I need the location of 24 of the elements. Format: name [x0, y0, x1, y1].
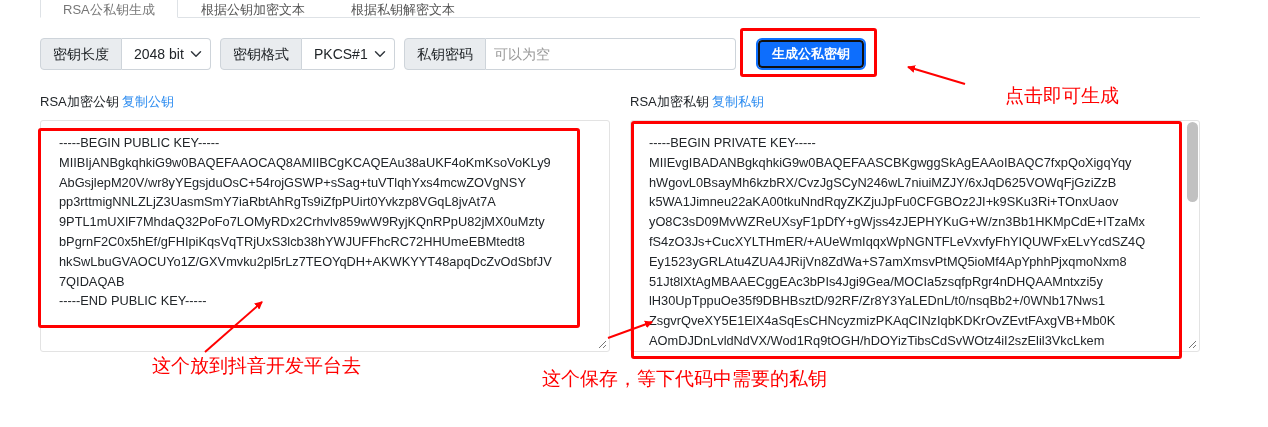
- resize-handle-icon[interactable]: [598, 340, 607, 349]
- annotation-text: 这个放到抖音开发平台去: [152, 355, 361, 377]
- annotation-text: 点击即可生成: [1005, 85, 1119, 107]
- public-key-field[interactable]: -----BEGIN PUBLIC KEY----- MIIBIjANBgkqhkiG9w0BAQEFAAOCAQ8AMIIBCgKCAQEAu38aUKF4oKmKsoVoKLy9 AbGsjlepM20V/wr8yYEgsjduOsC+54rojGSWP+sSag+tuVTlqhYxs4mcwZOVgNSY pp3rttmigNNLZLjZ3UasmSmY7iaRbtAhRgTs9iZfpPUirt0Yvkzp8VGqL8jvAt7A 9PTL1mUXlF7MhdaQ32PoFo7LOMyRDx2Crhvlv859wW9RyjKQnRPpU82jMX0uMzty bPgrnF2C0x5hEf/gFHIpiKqsVqTRjUxS3lcb38hYWJUFFhcRC72HHUmeEBMtedt8 hkSwLbuGVAOCUYo1Z/GXVmvku2pl5rLz7TEOYqDH+AKWKYYT48apqDcZvOdSbfJV 7QIDAQAB -----END PUBLIC KEY-----: [40, 120, 610, 352]
- scrollbar-thumb[interactable]: [1187, 122, 1198, 202]
- private-key-field[interactable]: -----BEGIN PRIVATE KEY----- MIIEvgIBADANBgkqhkiG9w0BAQEFAASCBKgwggSkAgEAAoIBAQC7fxpQoXigqYqy hWgovL0BsayMh6kzbRX/CvzJgSCyN246wL7niuiMZJY/6xJqD625VOWqFjGziZzB k5WA1Jimneu22aKA00tkuNndRqyZKZjuJpFu0CFGBOz2JI+k9SKu3Ri+TOnxUaov yO8C3sD09MvWZReUXsyF1pDfY+gWjss4zJEPHYKuG+W/zn3Bb1HKMpCdE+ITzaMx fS4zO3Js+CucXYLTHmER/+AUeWmIqqxWpNGNTFLeVxvfyFhYIQUWFxELvYcdSZ4Q Ey1523yGRLAtu4ZUA4JRijVn8ZdWa+S7amXmsvPtMQ5ioMf4ApYphhPjxqmoNxm8 51Jt8lXtAgMBAAECggEAc3bPIs4Jgi9Gea/MOCIa5zsqfpRgr4nDHQAAMntxzi5y lH30UpTppuOe35f9DBHBsztD/92RF/Zr8Y3YaLEDnL/t0/nsqBb2+/0WNb17Nws1 ZsgvrQveXY5E1ElX4aSqEsCHNcyzmizPKAqCINzIqbKDKrOvZEvtFAxgVB+Mb0K AOmDJDnLvldNdVX/Wod1Rq9tOGH/hDOYizTibsCdSvWOtz4iI2szElil3VkcLkem: [630, 120, 1200, 352]
- resize-handle-icon[interactable]: [1188, 340, 1197, 349]
- field-label: 密钥长度: [40, 38, 122, 70]
- copy-link[interactable]: 复制私钥: [712, 94, 765, 109]
- field-label: 密钥格式: [220, 38, 302, 70]
- annotation-arrow: [907, 65, 966, 85]
- annotation-text: 这个保存，等下代码中需要的私钥: [542, 368, 827, 390]
- dropdown[interactable]: 2048 bit: [122, 38, 211, 70]
- key-label: RSA加密私钥: [630, 94, 710, 109]
- tab[interactable]: RSA公私钥生成: [40, 0, 178, 18]
- copy-link[interactable]: 复制公钥: [122, 94, 175, 109]
- field-label: 私钥密码: [404, 38, 486, 70]
- annotation-arrow: [204, 301, 263, 353]
- tab[interactable]: 根据公钥加密文本: [177, 0, 328, 18]
- generate-button[interactable]: 生成公私密钥: [758, 40, 864, 68]
- dropdown[interactable]: PKCS#1: [302, 38, 395, 70]
- key-label: RSA加密公钥: [40, 94, 120, 109]
- password-field[interactable]: 可以为空: [486, 38, 736, 70]
- tab[interactable]: 根据私钥解密文本: [327, 0, 478, 18]
